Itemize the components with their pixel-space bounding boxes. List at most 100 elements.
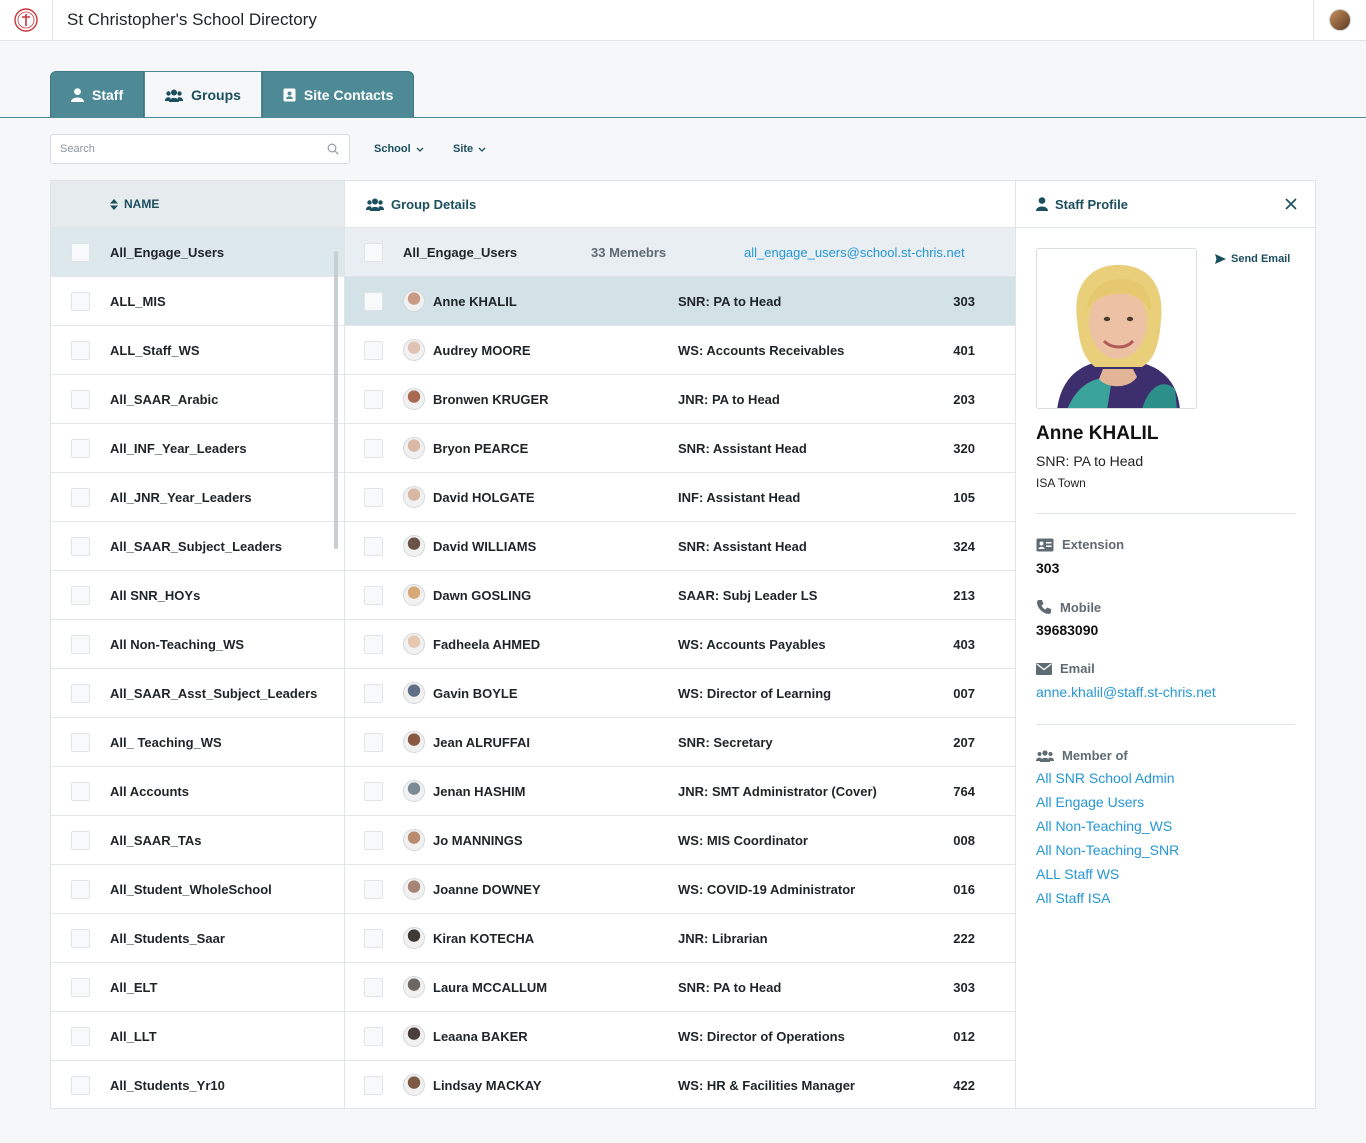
select-all-checkbox[interactable] [364,242,383,262]
group-row-checkbox[interactable] [71,732,90,752]
group-row[interactable]: All_SAAR_Asst_Subject_Leaders [51,669,344,718]
member-of-link[interactable]: All SNR School Admin [1036,770,1175,786]
group-row[interactable]: All_JNR_Year_Leaders [51,473,344,522]
member-row[interactable]: Jo MANNINGS WS: MIS Coordinator 008 [345,816,1015,865]
member-of-link[interactable]: All Staff ISA [1036,890,1110,906]
group-row-checkbox[interactable] [71,977,90,997]
group-row[interactable]: All_Students_Saar [51,914,344,963]
group-row[interactable]: All_SAAR_Arabic [51,375,344,424]
member-row[interactable]: Jenan HASHIM JNR: SMT Administrator (Cove… [345,767,1015,816]
group-row-checkbox[interactable] [71,634,90,654]
group-row-checkbox[interactable] [71,438,90,458]
group-row[interactable]: All_SAAR_TAs [51,816,344,865]
member-row-checkbox[interactable] [364,879,383,899]
user-menu[interactable] [1313,0,1366,40]
group-row-checkbox[interactable] [71,536,90,556]
group-email-link[interactable]: all_engage_users@school.st-chris.net [744,245,965,260]
group-row[interactable]: All Accounts [51,767,344,816]
member-row-checkbox[interactable] [364,830,383,850]
group-row-name: All_JNR_Year_Leaders [110,489,252,505]
member-row[interactable]: Leaana BAKER WS: Director of Operations 01… [345,1012,1015,1061]
tab-groups[interactable]: Groups [144,71,262,118]
group-row-checkbox[interactable] [71,340,90,360]
search-input[interactable] [51,135,311,163]
send-email-button[interactable]: Send Email [1215,253,1290,265]
group-row-checkbox[interactable] [71,879,90,899]
tab-site-contacts[interactable]: Site Contacts [261,71,415,118]
group-row[interactable]: All_ Teaching_WS [51,718,344,767]
profile-email-link[interactable]: anne.khalil@staff.st-chris.net [1036,684,1216,700]
tab-staff[interactable]: Staff [50,71,145,118]
member-row[interactable]: Jean ALRUFFAI SNR: Secretary 207 [345,718,1015,767]
member-row[interactable]: Fadheela AHMED WS: Accounts Payables 403 [345,620,1015,669]
member-of-link[interactable]: ALL Staff WS [1036,866,1119,882]
member-row[interactable]: David WILLIAMS SNR: Assistant Head 324 [345,522,1015,571]
group-row[interactable]: All_ELT [51,963,344,1012]
group-row-checkbox[interactable] [71,1026,90,1046]
group-row-checkbox[interactable] [71,291,90,311]
group-row[interactable]: All Non-Teaching_WS [51,620,344,669]
member-row-checkbox[interactable] [364,1075,383,1095]
member-row-checkbox[interactable] [364,928,383,948]
group-details: Group Details All_Engage_Users 33 Memebr… [345,181,1016,1108]
school-filter-dropdown[interactable]: School [374,134,424,164]
member-name: Leaana BAKER [433,1028,528,1044]
group-row-checkbox[interactable] [71,389,90,409]
name-column-header[interactable]: NAME [51,181,344,228]
user-avatar[interactable] [1329,9,1351,31]
member-row[interactable]: Audrey MOORE WS: Accounts Receivables 401 [345,326,1015,375]
member-of-link[interactable]: All Non-Teaching_SNR [1036,842,1179,858]
member-of-link[interactable]: All Non-Teaching_WS [1036,818,1172,834]
member-row[interactable]: Bronwen KRUGER JNR: PA to Head 203 [345,375,1015,424]
site-filter-dropdown[interactable]: Site [453,134,486,164]
member-row-checkbox[interactable] [364,438,383,458]
member-row[interactable]: Joanne DOWNEY WS: COVID-19 Administrator 0… [345,865,1015,914]
group-row-checkbox[interactable] [71,585,90,605]
groups-scrollbar[interactable] [334,251,338,549]
close-icon[interactable] [1285,198,1297,210]
member-row-checkbox[interactable] [364,536,383,556]
member-row[interactable]: Lindsay MACKAY WS: HR & Facilities Manage… [345,1061,1015,1108]
group-row[interactable]: All SNR_HOYs [51,571,344,620]
search-icon[interactable] [327,143,339,155]
member-row-checkbox[interactable] [364,340,383,360]
group-row[interactable]: ALL_Staff_WS [51,326,344,375]
member-row[interactable]: David HOLGATE INF: Assistant Head 105 [345,473,1015,522]
member-row-checkbox[interactable] [364,683,383,703]
member-extension: 764 [953,783,975,799]
member-row-checkbox[interactable] [364,389,383,409]
member-row[interactable]: Kiran KOTECHA JNR: Librarian 222 [345,914,1015,963]
group-row-checkbox[interactable] [71,928,90,948]
group-row-checkbox[interactable] [71,830,90,850]
member-row[interactable]: Bryon PEARCE SNR: Assistant Head 320 [345,424,1015,473]
member-row-checkbox[interactable] [364,487,383,507]
group-row-checkbox[interactable] [71,487,90,507]
member-row[interactable]: Anne KHALIL SNR: PA to Head 303 [345,277,1015,326]
group-row[interactable]: All_INF_Year_Leaders [51,424,344,473]
group-row-checkbox[interactable] [71,683,90,703]
member-row[interactable]: Laura MCCALLUM SNR: PA to Head 303 [345,963,1015,1012]
member-row-checkbox[interactable] [364,732,383,752]
group-row-checkbox[interactable] [71,242,90,262]
group-row[interactable]: ALL_MIS [51,277,344,326]
search-box[interactable] [50,134,350,164]
member-row-checkbox[interactable] [364,781,383,801]
member-role: WS: Director of Learning [678,685,832,701]
group-row-checkbox[interactable] [71,781,90,801]
member-row-checkbox[interactable] [364,585,383,605]
group-row[interactable]: All_Student_WholeSchool [51,865,344,914]
school-logo[interactable] [0,0,53,40]
member-of-link[interactable]: All Engage Users [1036,794,1144,810]
member-row[interactable]: Gavin BOYLE WS: Director of Learning 007 [345,669,1015,718]
member-row[interactable]: Dawn GOSLING SAAR: Subj Leader LS 213 [345,571,1015,620]
member-row-checkbox[interactable] [364,1026,383,1046]
group-row[interactable]: All_SAAR_Subject_Leaders [51,522,344,571]
member-row-checkbox[interactable] [364,634,383,654]
member-row-checkbox[interactable] [364,291,383,311]
group-row-checkbox[interactable] [71,1075,90,1095]
group-row[interactable]: All_Engage_Users [51,228,344,277]
member-row-checkbox[interactable] [364,977,383,997]
sort-icon[interactable] [110,198,118,210]
group-row[interactable]: All_LLT [51,1012,344,1061]
group-row[interactable]: All_Students_Yr10 [51,1061,344,1108]
